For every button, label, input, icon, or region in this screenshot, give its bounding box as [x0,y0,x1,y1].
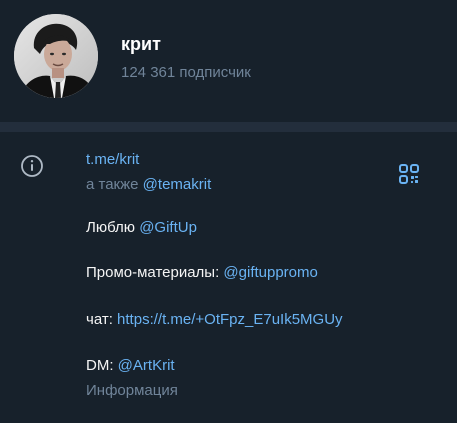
profile-header: крит 124 361 подписчик [0,0,457,122]
promo-row: Промо-материалы: @giftuppromo [86,263,318,283]
info-section: t.me/krit а также @temakrit Люблю @GiftU… [0,132,457,423]
channel-link-row: t.me/krit [86,150,139,170]
avatar-photo [14,14,98,98]
chat-row: чат: https://t.me/+OtFpz_E7uIk5MGUy [86,310,343,330]
channel-name: крит [121,34,161,54]
dm-prefix: DM: [86,357,114,374]
also-link[interactable]: @temakrit [143,176,212,193]
avatar[interactable] [14,14,98,98]
subscriber-count: 124 361 подписчик [121,64,251,81]
love-prefix: Люблю [86,219,136,236]
promo-prefix: Промо-материалы: [86,264,220,281]
info-caption: Информация [86,382,178,399]
chat-prefix: чат: [86,311,113,328]
dm-link[interactable]: @ArtKrit [118,357,175,374]
section-divider [0,122,457,132]
love-link[interactable]: @GiftUp [139,219,197,236]
qr-code-icon[interactable] [397,162,421,186]
love-row: Люблю @GiftUp [86,218,197,238]
dm-row: DM: @ArtKrit [86,356,175,376]
channel-info-panel: крит 124 361 подписчик t.me/krit а также… [0,0,457,423]
promo-link[interactable]: @giftuppromo [223,264,317,281]
also-prefix: а также [86,176,139,193]
info-circle-icon [21,155,43,177]
chat-link[interactable]: https://t.me/+OtFpz_E7uIk5MGUy [117,311,343,328]
also-row: а также @temakrit [86,175,211,195]
channel-link[interactable]: t.me/krit [86,151,139,168]
